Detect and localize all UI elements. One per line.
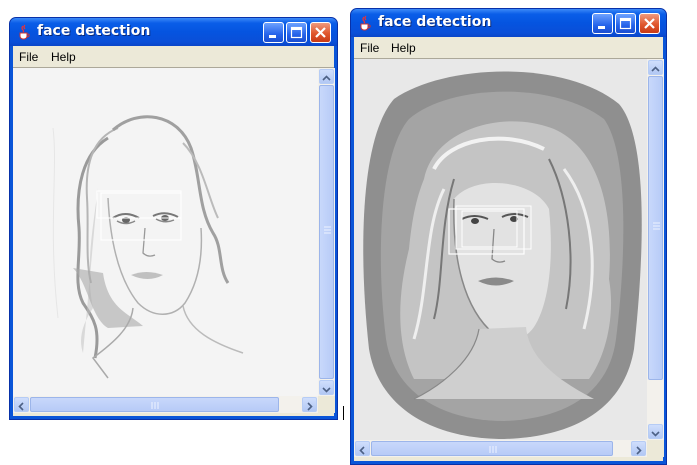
scroll-right-icon bbox=[307, 402, 313, 411]
image-viewport bbox=[13, 68, 318, 396]
close-button[interactable] bbox=[310, 22, 331, 43]
scroll-down-button[interactable] bbox=[319, 380, 334, 395]
grip-icon bbox=[489, 446, 497, 453]
horizontal-scroll-thumb[interactable] bbox=[30, 397, 279, 412]
scroll-down-icon bbox=[651, 431, 660, 437]
menu-bar: File Help bbox=[13, 46, 334, 67]
minimize-button[interactable] bbox=[592, 13, 613, 34]
scroll-left-icon bbox=[359, 446, 365, 455]
scroll-down-button[interactable] bbox=[648, 424, 663, 439]
menu-help[interactable]: Help bbox=[51, 50, 76, 64]
sketch-image bbox=[354, 59, 647, 440]
scroll-down-icon bbox=[322, 387, 331, 393]
scroll-up-button[interactable] bbox=[648, 60, 663, 75]
maximize-icon bbox=[619, 17, 632, 30]
menu-bar: File Help bbox=[354, 37, 663, 58]
horizontal-scrollbar[interactable] bbox=[13, 396, 318, 413]
vertical-scroll-thumb[interactable] bbox=[648, 76, 663, 380]
face-detection-window-2: face detection File Help bbox=[350, 8, 667, 465]
horizontal-scroll-thumb[interactable] bbox=[371, 441, 613, 456]
maximize-icon bbox=[290, 26, 303, 39]
scroll-left-button[interactable] bbox=[355, 441, 370, 456]
horizontal-scrollbar[interactable] bbox=[354, 440, 647, 457]
title-bar[interactable]: face detection bbox=[351, 9, 666, 37]
vertical-scroll-thumb[interactable] bbox=[319, 85, 334, 379]
menu-file[interactable]: File bbox=[360, 41, 379, 55]
scroll-left-button[interactable] bbox=[14, 397, 29, 412]
minimize-icon bbox=[269, 35, 276, 38]
text-cursor bbox=[343, 406, 344, 420]
menu-file[interactable]: File bbox=[19, 50, 38, 64]
maximize-button[interactable] bbox=[615, 13, 636, 34]
close-icon bbox=[315, 27, 326, 38]
face-detection-window-1: face detection File Help bbox=[9, 17, 338, 420]
image-viewport bbox=[354, 59, 647, 440]
scroll-right-button[interactable] bbox=[631, 441, 646, 456]
close-icon bbox=[644, 18, 655, 29]
grip-icon bbox=[653, 222, 660, 230]
java-cup-icon bbox=[19, 24, 30, 40]
grip-icon bbox=[151, 402, 159, 409]
scroll-right-button[interactable] bbox=[302, 397, 317, 412]
title-bar[interactable]: face detection bbox=[10, 18, 337, 46]
scroll-right-icon bbox=[636, 446, 642, 455]
client-area: File Help bbox=[354, 37, 664, 461]
minimize-icon bbox=[598, 26, 605, 29]
window-title: face detection bbox=[378, 14, 492, 30]
menu-help[interactable]: Help bbox=[391, 41, 416, 55]
vertical-scrollbar[interactable] bbox=[318, 68, 335, 396]
scroll-corner bbox=[318, 396, 335, 413]
client-area: File Help bbox=[13, 46, 335, 416]
scroll-corner bbox=[647, 440, 664, 457]
scroll-up-icon bbox=[651, 66, 660, 72]
scroll-up-button[interactable] bbox=[319, 69, 334, 84]
java-cup-icon bbox=[360, 15, 371, 31]
scroll-left-icon bbox=[18, 402, 24, 411]
window-title: face detection bbox=[37, 23, 151, 39]
minimize-button[interactable] bbox=[263, 22, 284, 43]
sketch-image bbox=[13, 68, 318, 396]
maximize-button[interactable] bbox=[286, 22, 307, 43]
close-button[interactable] bbox=[639, 13, 660, 34]
grip-icon bbox=[324, 226, 331, 234]
scroll-up-icon bbox=[322, 75, 331, 81]
vertical-scrollbar[interactable] bbox=[647, 59, 664, 440]
